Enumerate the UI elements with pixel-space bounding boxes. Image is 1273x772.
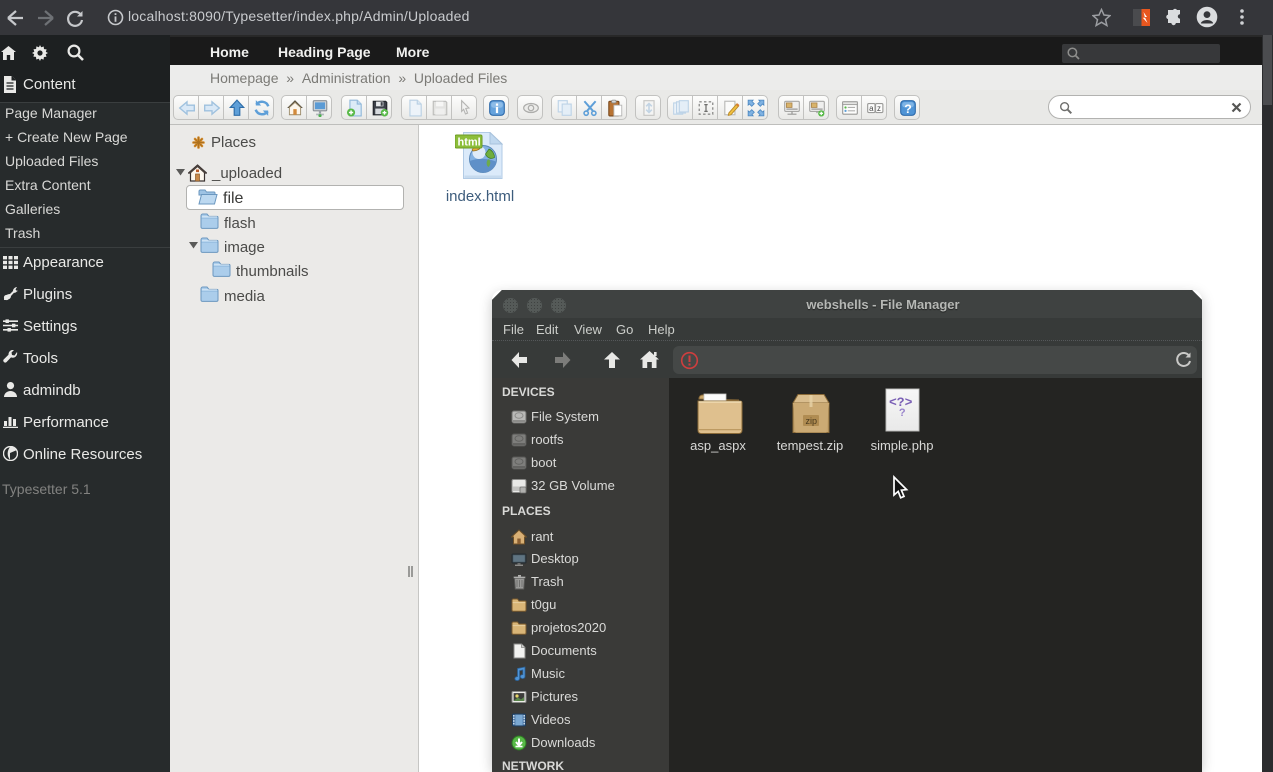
svg-text:a: a <box>869 104 874 113</box>
svg-text:?: ? <box>899 408 906 420</box>
svg-text:html: html <box>458 137 481 149</box>
svg-text:zip: zip <box>806 416 818 426</box>
svg-text:z: z <box>877 104 881 113</box>
svg-text:?: ? <box>904 102 912 116</box>
